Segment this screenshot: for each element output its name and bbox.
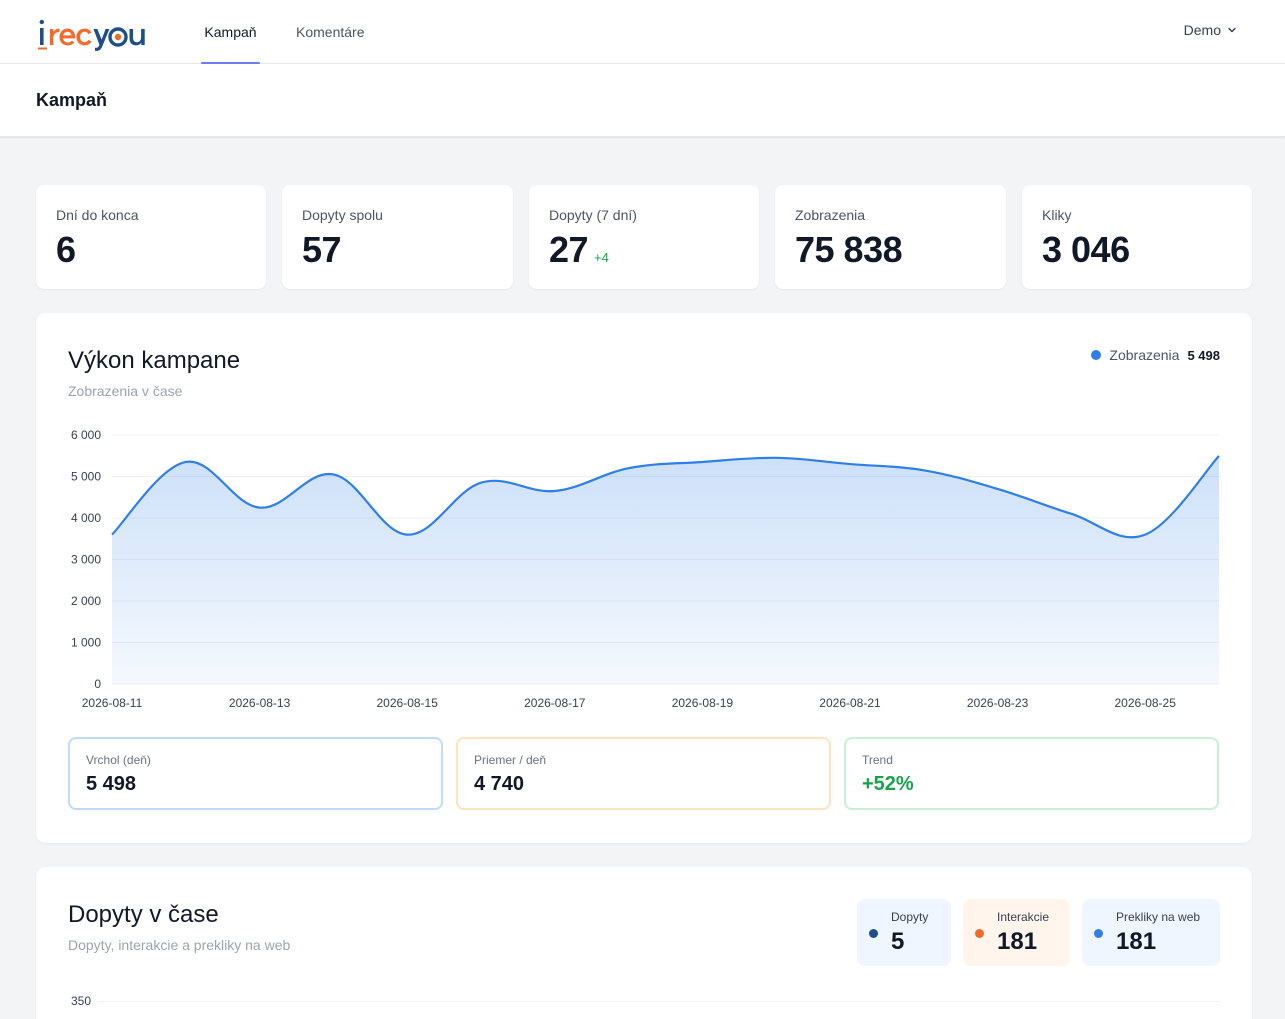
metric-label: Trend <box>862 753 893 767</box>
stat-value: 75 838 <box>795 229 903 270</box>
x-tick-label: 2026-08-21 <box>819 696 881 710</box>
x-tick-label: 2026-08-19 <box>672 696 734 710</box>
data-point[interactable] <box>478 480 484 486</box>
x-tick-label: 2026-08-17 <box>524 696 586 710</box>
metric-value: 4 740 <box>474 773 525 795</box>
data-point[interactable] <box>404 532 410 538</box>
stat-value: 6 <box>56 229 76 270</box>
metric-label: Priemer / deň <box>474 753 547 767</box>
interactions-dot-icon <box>975 929 984 938</box>
y-tick-label: 2 000 <box>71 594 101 608</box>
series-area <box>112 455 1219 684</box>
data-point[interactable] <box>1216 453 1222 459</box>
data-point[interactable] <box>699 459 705 465</box>
user-menu[interactable]: Demo <box>1184 0 1237 60</box>
stat-value: 57 <box>302 229 342 270</box>
panel-title: Dopyty v čase <box>68 901 219 928</box>
irecyou-logo-icon <box>38 19 145 51</box>
y-tick-label: 3 000 <box>71 553 101 567</box>
chevron-down-icon <box>1228 27 1236 33</box>
metric-trend: Trend +52% <box>844 737 1219 810</box>
metric-average: Priemer / deň 4 740 <box>456 737 831 810</box>
chip-label: Interakcie <box>997 910 1050 924</box>
panel-subtitle: Dopyty, interakcie a prekliky na web <box>68 937 291 953</box>
metric-value: +52% <box>862 773 914 795</box>
x-tick-label: 2026-08-13 <box>229 696 291 710</box>
y-tick-label: 1 000 <box>71 636 101 650</box>
x-tick-label: 2026-08-11 <box>82 696 143 710</box>
brand-logo[interactable] <box>38 12 160 52</box>
data-point[interactable] <box>330 471 336 477</box>
impressions-area-chart[interactable]: 0 1 000 2 000 3 000 4 000 5 000 6 000 2026-08-1… <box>36 313 1252 723</box>
tab-kampan[interactable]: Kampaň <box>201 0 260 64</box>
tab-komentare[interactable]: Komentáre <box>296 0 364 64</box>
tab-komentare-label: Komentáre <box>296 24 365 40</box>
top-navbar: Kampaň Komentáre Demo <box>0 0 1285 64</box>
page-title: Kampaň <box>36 90 108 110</box>
stat-value: 3 046 <box>1042 229 1130 270</box>
y-tick-label: 0 <box>94 677 101 691</box>
x-tick-label: 2026-08-23 <box>967 696 1029 710</box>
performance-panel: Výkon kampane Zobrazenia v čase Zobrazen… <box>36 313 1252 843</box>
stat-label: Kliky <box>1042 207 1072 223</box>
stat-label: Zobrazenia <box>795 207 866 223</box>
stat-card-impressions: Zobrazenia 75 838 <box>775 185 1006 289</box>
user-menu-label: Demo <box>1183 22 1221 38</box>
chip-value: 181 <box>997 928 1038 955</box>
chip-interactions[interactable]: Interakcie 181 <box>963 899 1070 966</box>
chip-inquiries[interactable]: Dopyty 5 <box>857 899 951 966</box>
stat-label: Dopyty (7 dní) <box>549 207 637 223</box>
data-point[interactable] <box>995 486 1001 492</box>
y-tick-label: 6 000 <box>71 428 101 442</box>
chip-value: 5 <box>891 928 905 955</box>
stat-delta-badge: +4 <box>594 250 609 265</box>
data-point[interactable] <box>773 455 779 461</box>
metric-label: Vrchol (deň) <box>86 753 151 767</box>
tab-kampan-label: Kampaň <box>204 24 257 40</box>
chip-value: 181 <box>1116 928 1157 955</box>
chip-label: Dopyty <box>891 910 929 924</box>
stat-card-days-left: Dní do konca 6 <box>36 185 266 289</box>
stat-value-number: 27 <box>549 229 589 270</box>
data-point[interactable] <box>1068 511 1074 517</box>
metric-peak: Vrchol (deň) 5 498 <box>68 737 443 810</box>
stat-card-clicks: Kliky 3 046 <box>1022 185 1252 289</box>
chip-web-clicks[interactable]: Prekliky na web 181 <box>1082 899 1220 966</box>
stat-card-inquiries-7d: Dopyty (7 dní) 27 +4 <box>529 185 759 289</box>
y-tick-label: 4 000 <box>71 511 101 525</box>
inquiries-panel: Dopyty v čase Dopyty, interakcie a prekl… <box>36 867 1252 1019</box>
web-clicks-dot-icon <box>1094 929 1103 938</box>
data-point[interactable] <box>552 488 558 494</box>
inquiries-dot-icon <box>869 929 878 938</box>
data-point[interactable] <box>1142 532 1148 538</box>
x-tick-label: 2026-08-15 <box>377 696 439 710</box>
y-axis-top-label: 350 <box>71 994 92 1008</box>
data-point[interactable] <box>183 459 189 465</box>
gridline <box>98 1001 1220 1002</box>
stat-label: Dopyty spolu <box>302 207 383 223</box>
data-point[interactable] <box>847 461 853 467</box>
metric-value: 5 498 <box>86 773 137 795</box>
data-point[interactable] <box>921 467 927 473</box>
y-tick-label: 5 000 <box>71 470 101 484</box>
data-point[interactable] <box>626 465 632 471</box>
x-tick-label: 2026-08-25 <box>1115 696 1177 710</box>
chip-label: Prekliky na web <box>1116 910 1201 924</box>
page-header: Kampaň <box>0 64 1285 137</box>
stat-value: 27 +4 <box>549 229 609 271</box>
data-point[interactable] <box>109 532 115 538</box>
data-point[interactable] <box>257 505 263 511</box>
stat-label: Dní do konca <box>56 207 139 223</box>
stat-card-inquiries-total: Dopyty spolu 57 <box>282 185 513 289</box>
